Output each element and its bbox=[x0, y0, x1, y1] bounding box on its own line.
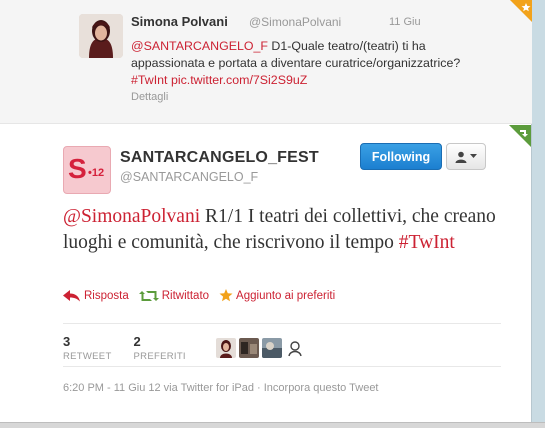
retweet-corner-icon bbox=[510, 0, 532, 22]
favorites-label: PREFERITI bbox=[133, 351, 186, 362]
parent-tweet-text: @SANTARCANGELO_F D1-Quale teatro/(teatri… bbox=[131, 38, 491, 89]
user-actions-button[interactable] bbox=[446, 143, 486, 170]
retweets-stat[interactable]: 3 RETWEET bbox=[63, 334, 112, 362]
user-photo-icon[interactable] bbox=[79, 14, 123, 58]
favorite-label: Aggiunto ai preferiti bbox=[236, 289, 336, 302]
divider bbox=[63, 366, 501, 367]
parent-media-link[interactable]: pic.twitter.com/7Si2S9uZ bbox=[171, 73, 307, 87]
author-avatar[interactable]: S •12 bbox=[63, 146, 111, 194]
avatar[interactable] bbox=[284, 338, 305, 358]
retweets-label: RETWEET bbox=[63, 351, 112, 362]
author-handle[interactable]: @SANTARCANGELO_F bbox=[120, 170, 258, 184]
mention-link[interactable]: @SimonaPolvani bbox=[63, 206, 200, 227]
avatar-logo-letter: S bbox=[68, 153, 87, 184]
user-avatars bbox=[215, 338, 305, 358]
hashtag-link[interactable]: #TwInt bbox=[399, 232, 455, 253]
favorites-stat[interactable]: 2 PREFERITI bbox=[134, 334, 186, 362]
reply-icon bbox=[63, 289, 80, 301]
parent-author-handle[interactable]: @SimonaPolvani bbox=[249, 15, 341, 29]
parent-mention-link[interactable]: @SANTARCANGELO_F bbox=[131, 39, 268, 53]
parent-hashtag-link[interactable]: #TwInt bbox=[131, 73, 168, 87]
tweet-meta[interactable]: 6:20 PM - 11 Giu 12 via Twitter for iPad… bbox=[63, 382, 379, 394]
details-link[interactable]: Dettagli bbox=[131, 91, 168, 103]
reply-label: Risposta bbox=[84, 289, 129, 302]
reply-action[interactable]: Risposta bbox=[63, 289, 129, 302]
retweet-icon bbox=[138, 290, 159, 301]
avatar[interactable] bbox=[215, 338, 236, 358]
tweet-detail-panel: Simona Polvani @SimonaPolvani 11 Giu @SA… bbox=[0, 0, 532, 428]
tweet-text: @SimonaPolvani R1/1 I teatri dei collett… bbox=[63, 204, 503, 256]
person-icon bbox=[455, 151, 467, 163]
star-icon bbox=[219, 289, 233, 302]
parent-tweet[interactable]: Simona Polvani @SimonaPolvani 11 Giu @SA… bbox=[0, 0, 532, 124]
author-name[interactable]: SANTARCANGELO_FEST bbox=[120, 149, 319, 167]
bottom-bar bbox=[0, 422, 545, 428]
tweet-stats: 3 RETWEET 2 PREFERITI bbox=[63, 334, 305, 362]
avatar[interactable] bbox=[261, 338, 282, 358]
following-button[interactable]: Following bbox=[360, 143, 442, 170]
avatar[interactable] bbox=[238, 338, 259, 358]
favorite-action[interactable]: Aggiunto ai preferiti bbox=[219, 289, 335, 302]
retweet-label: Ritwittato bbox=[161, 289, 210, 302]
tweet-actions: Risposta Ritwittato Aggiunto ai preferit… bbox=[63, 289, 345, 302]
retweeted-corner-icon bbox=[509, 125, 531, 147]
retweets-count: 3 bbox=[63, 334, 71, 349]
parent-timestamp[interactable]: 11 Giu bbox=[389, 16, 421, 28]
favorites-count: 2 bbox=[133, 334, 141, 349]
divider bbox=[63, 323, 501, 324]
retweet-action[interactable]: Ritwittato bbox=[138, 289, 210, 302]
avatar-logo-number: •12 bbox=[88, 167, 105, 179]
caret-down-icon bbox=[470, 154, 477, 158]
parent-author-name[interactable]: Simona Polvani bbox=[131, 14, 228, 29]
page-background bbox=[532, 0, 545, 428]
